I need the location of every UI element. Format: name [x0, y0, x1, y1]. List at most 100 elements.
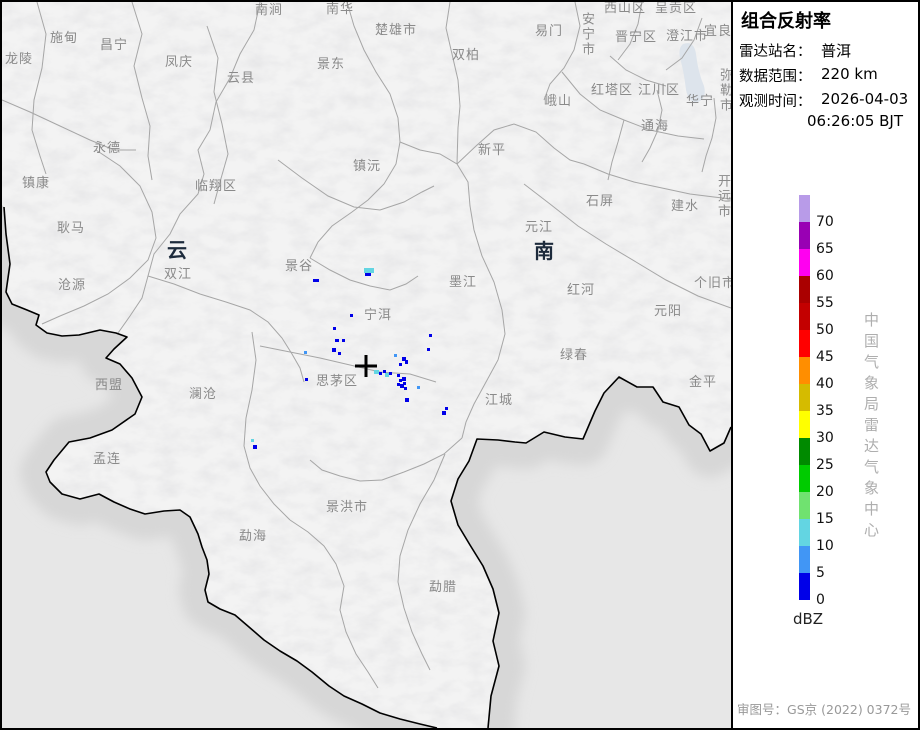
province-label-char: 云	[167, 240, 187, 260]
place-label: 思茅区	[316, 375, 358, 388]
place-label: 安宁市	[580, 12, 593, 57]
echo-pixel	[253, 445, 257, 449]
legend-color-block	[799, 195, 810, 222]
legend-color-block	[799, 519, 810, 546]
place-label: 临翔区	[195, 180, 237, 193]
echo-pixel	[394, 354, 397, 357]
echo-pixel	[304, 351, 307, 354]
place-label: 绿春	[560, 349, 588, 362]
echo-pixel	[383, 370, 386, 373]
legend-tick: 45	[816, 349, 852, 365]
place-label: 墨江	[449, 276, 477, 289]
echo-pixel	[404, 387, 407, 390]
legend-tick: 25	[816, 457, 852, 473]
echo-pixel	[397, 383, 400, 386]
legend-tick: 40	[816, 376, 852, 392]
place-label: 勐海	[239, 530, 267, 543]
echo-pixel	[305, 378, 308, 381]
echo-pixel	[385, 373, 389, 377]
info-label: 雷达站名：	[739, 40, 812, 61]
legend-color-block	[799, 411, 810, 438]
place-label: 双江	[164, 268, 192, 281]
place-label: 红塔区	[591, 84, 633, 97]
echo-pixel	[333, 327, 336, 330]
place-label: 呈贡区	[655, 2, 697, 15]
place-label: 耿马	[57, 222, 85, 235]
place-label: 孟连	[93, 453, 121, 466]
legend-color-block	[799, 573, 810, 600]
info-value-line2: 06:26:05 BJT	[807, 112, 903, 130]
legend-color-block	[799, 546, 810, 573]
echo-pixel	[389, 372, 392, 375]
place-label: 双柏	[452, 49, 480, 62]
info-value: 2026-04-03	[821, 90, 908, 108]
place-label: 西盟	[95, 379, 123, 392]
place-label: 施甸	[50, 32, 78, 45]
place-label: 镇沅	[353, 160, 381, 173]
place-label: 江川区	[638, 84, 680, 97]
place-label: 龙陵	[5, 53, 33, 66]
place-label: 景东	[317, 58, 345, 71]
echo-pixel	[338, 352, 341, 355]
legend-color-block	[799, 465, 810, 492]
echo-pixel	[445, 407, 448, 410]
place-label: 宁洱	[364, 309, 392, 322]
echo-pixel	[399, 363, 402, 366]
place-label: 永德	[93, 142, 121, 155]
place-label: 南涧	[255, 4, 283, 17]
legend-unit: dBZ	[793, 610, 823, 628]
legend-tick: 60	[816, 268, 852, 284]
place-label: 镇康	[22, 177, 50, 190]
place-label: 弥勒市	[718, 68, 731, 113]
echo-pixel	[251, 439, 254, 442]
place-label: 开远市	[716, 174, 729, 219]
reflectivity-color-scale	[799, 195, 810, 600]
map-approval-number: 审图号：GS京 (2022) 0372号	[737, 699, 911, 718]
legend-tick: 0	[816, 592, 852, 608]
place-label: 澄江市	[666, 30, 708, 43]
place-label: 江城	[485, 394, 513, 407]
place-label: 个旧市	[694, 277, 731, 290]
echo-pixel	[332, 348, 336, 352]
legend-tick: 30	[816, 430, 852, 446]
echo-pixel	[313, 279, 319, 282]
place-label: 沧源	[58, 279, 86, 292]
place-label: 金平	[689, 376, 717, 389]
place-label: 景洪市	[326, 501, 368, 514]
legend-color-block	[799, 492, 810, 519]
legend-tick: 10	[816, 538, 852, 554]
place-label: 南华	[326, 3, 354, 16]
place-label: 石屏	[586, 195, 614, 208]
place-label: 西山区	[604, 2, 646, 15]
product-title: 组合反射率	[741, 7, 831, 33]
place-label: 易门	[535, 25, 563, 38]
echo-pixel	[427, 348, 430, 351]
place-label: 元阳	[654, 305, 682, 318]
place-label: 通海	[641, 120, 669, 133]
legend-tick: 20	[816, 484, 852, 500]
echo-pixel	[364, 268, 374, 273]
echo-pixel	[365, 273, 371, 276]
info-label: 观测时间：	[739, 90, 812, 111]
echo-pixel	[335, 339, 339, 342]
agency-watermark: 中国气象局雷达气象中心	[861, 312, 882, 543]
place-label: 晋宁区	[615, 31, 657, 44]
place-label: 华宁	[686, 95, 714, 108]
place-label: 昌宁	[100, 39, 128, 52]
echo-pixel	[402, 377, 406, 381]
place-label: 建水	[671, 200, 699, 213]
echo-pixel	[397, 374, 400, 377]
legend-color-block	[799, 222, 810, 249]
legend-tick: 35	[816, 403, 852, 419]
echo-pixel	[405, 360, 408, 364]
legend-color-block	[799, 276, 810, 303]
echo-pixel	[442, 411, 446, 415]
legend-tick: 65	[816, 241, 852, 257]
legend-tick: 5	[816, 565, 852, 581]
echo-pixel	[342, 339, 345, 342]
place-label: 宜良	[704, 25, 731, 38]
legend-color-block	[799, 357, 810, 384]
echo-pixel	[350, 314, 353, 317]
province-label-char: 南	[534, 241, 554, 261]
legend-tick: 55	[816, 295, 852, 311]
